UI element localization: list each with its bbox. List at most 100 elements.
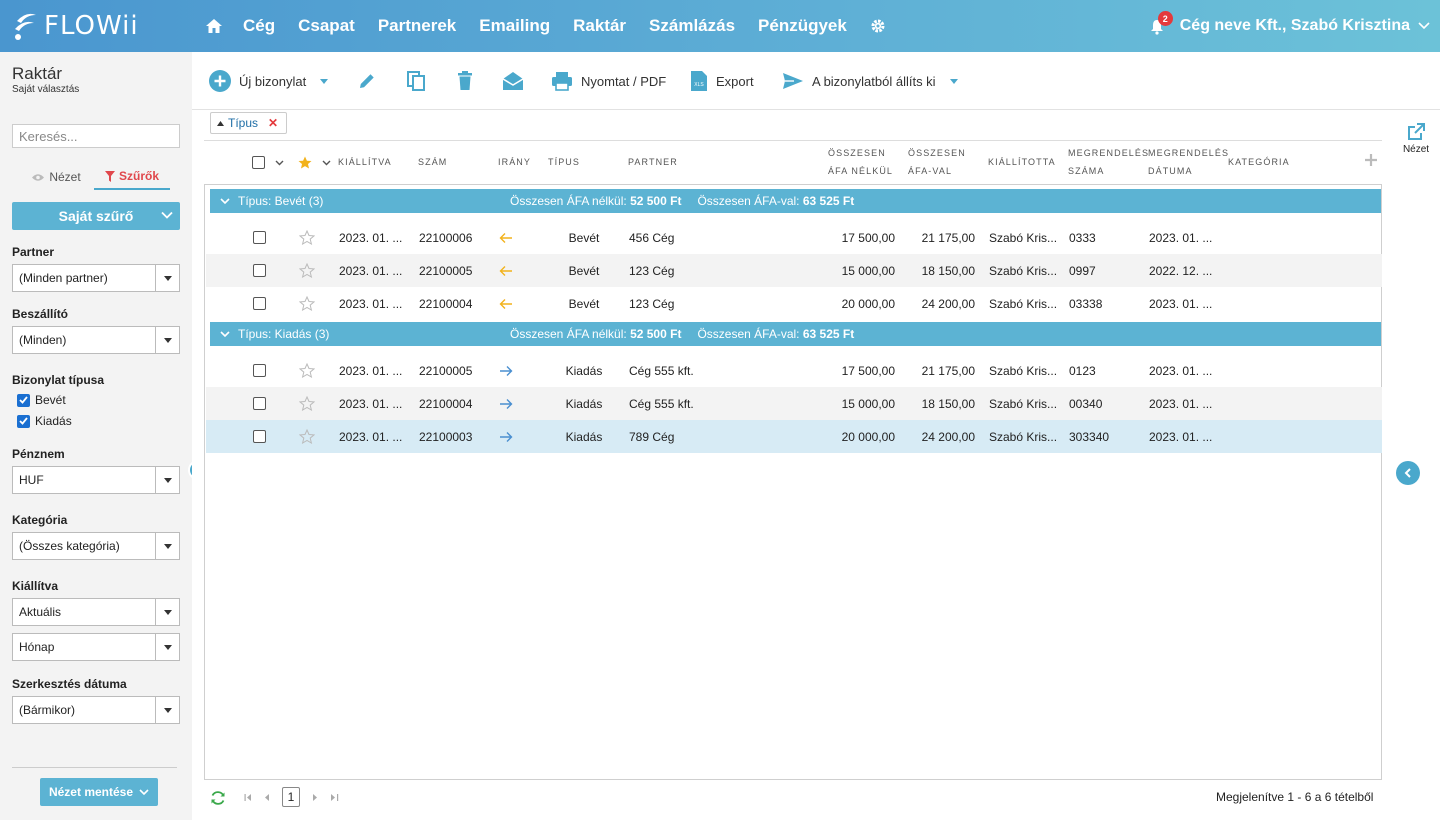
dropdown-arrow-icon[interactable] [155, 467, 179, 493]
partner-select[interactable]: (Minden partner) [12, 264, 180, 292]
expand-right-panel-button[interactable] [1396, 461, 1420, 485]
cell-net: 17 500,00 [841, 363, 895, 378]
column-direction[interactable]: Irány [498, 153, 531, 171]
row-checkbox[interactable] [253, 420, 266, 453]
nav-item-finance[interactable]: Pénzügyek [758, 16, 847, 36]
chevron-down-icon[interactable] [275, 160, 284, 166]
copy-button[interactable] [406, 68, 426, 94]
column-category[interactable]: Kategória [1228, 153, 1290, 171]
logo[interactable]: FLOWii [12, 8, 139, 44]
own-filter-button[interactable]: Saját szűrő [12, 202, 180, 230]
nav-item-company[interactable]: Cég [243, 16, 275, 36]
edited-select[interactable]: (Bármikor) [12, 696, 180, 724]
current-page[interactable]: 1 [282, 787, 300, 807]
column-order-number[interactable]: Megrendelés száma [1068, 144, 1149, 180]
refresh-icon[interactable] [210, 790, 226, 806]
open-view-button[interactable]: Nézet [1397, 122, 1435, 155]
column-order-date[interactable]: Megrendelés dátuma [1148, 144, 1229, 180]
chevron-down-icon[interactable] [160, 208, 174, 225]
table-row[interactable]: 2023. 01. ... 22100004 Bevét 123 Cég 20 000,… [206, 287, 1382, 320]
group-row[interactable]: Típus: Bevét (3) Összesen ÁFA nélkül: 52 … [210, 189, 1381, 213]
dropdown-arrow-icon[interactable] [155, 697, 179, 723]
email-button[interactable] [502, 68, 524, 94]
tab-filters[interactable]: Szűrők [94, 164, 170, 190]
dropdown-arrow-icon[interactable] [155, 265, 179, 291]
delete-button[interactable] [456, 68, 474, 94]
remove-filter-icon[interactable]: ✕ [268, 116, 278, 130]
print-pdf-button[interactable]: Nyomtat / PDF [551, 68, 666, 94]
column-gross-total[interactable]: Összesen ÁFA-val [908, 144, 966, 180]
dropdown-arrow-icon[interactable] [155, 327, 179, 353]
chevron-down-icon[interactable] [220, 197, 230, 205]
chevron-down-icon[interactable] [220, 330, 230, 338]
table-row[interactable]: 2023. 01. ... 22100004 Kiadás Cég 555 kft. 1… [206, 387, 1382, 420]
column-net-total[interactable]: Összesen ÁFA nélkül [828, 144, 893, 180]
next-page-icon[interactable] [312, 793, 319, 802]
star-icon[interactable] [299, 354, 315, 387]
new-document-button[interactable]: Új bizonylat [209, 68, 329, 94]
checkbox-checked-icon[interactable] [17, 393, 30, 407]
previous-page-icon[interactable] [263, 793, 270, 802]
nav-item-invoicing[interactable]: Számlázás [649, 16, 735, 36]
user-menu[interactable]: 2 Cég neve Kft., Szabó Krisztina [1150, 0, 1430, 52]
eye-icon [31, 173, 45, 182]
table-row[interactable]: 2023. 01. ... 22100003 Kiadás 789 Cég 20 000… [206, 420, 1382, 453]
supplier-select[interactable]: (Minden) [12, 326, 180, 354]
save-view-button[interactable]: Nézet mentése [40, 778, 158, 806]
column-number[interactable]: Szám [418, 153, 447, 171]
category-select[interactable]: (Összes kategória) [12, 532, 180, 560]
chevron-down-icon[interactable] [322, 160, 331, 166]
export-button[interactable]: XLS Export [690, 68, 754, 94]
category-select-value: (Összes kategória) [19, 539, 120, 553]
row-checkbox[interactable] [253, 221, 266, 254]
table-row[interactable]: 2023. 01. ... 22100005 Kiadás Cég 555 kft. 1… [206, 354, 1382, 387]
nav-item-emailing[interactable]: Emailing [479, 16, 550, 36]
print-pdf-label: Nyomtat / PDF [581, 73, 667, 89]
issue-from-document-button[interactable]: A bizonylatból állíts ki [782, 68, 958, 94]
row-checkbox[interactable] [253, 254, 266, 287]
checkbox-checked-icon[interactable] [17, 414, 30, 428]
active-filter-chip[interactable]: Típus ✕ [210, 112, 288, 134]
last-page-icon[interactable] [330, 793, 339, 802]
issued-select[interactable]: Aktuális [12, 598, 180, 626]
column-type[interactable]: Típus [548, 153, 580, 171]
bell-icon[interactable]: 2 [1150, 11, 1173, 35]
row-checkbox[interactable] [253, 354, 266, 387]
add-column-icon[interactable] [1364, 153, 1378, 173]
star-icon[interactable] [299, 254, 315, 287]
pencil-icon [357, 71, 377, 91]
caret-down-icon[interactable] [320, 78, 329, 84]
gear-icon[interactable] [870, 18, 886, 34]
nav-item-warehouse[interactable]: Raktár [573, 16, 626, 36]
home-icon[interactable] [205, 18, 223, 34]
issued-period-select[interactable]: Hónap [12, 633, 180, 661]
star-icon[interactable] [299, 387, 315, 420]
select-all-checkbox[interactable] [252, 153, 284, 171]
dropdown-arrow-icon[interactable] [155, 533, 179, 559]
nav-item-team[interactable]: Csapat [298, 16, 355, 36]
table-row[interactable]: 2023. 01. ... 22100006 Bevét 456 Cég 17 500,… [206, 221, 1382, 254]
first-page-icon[interactable] [244, 793, 253, 802]
star-icon[interactable] [299, 221, 315, 254]
edit-button[interactable] [357, 68, 377, 94]
row-checkbox[interactable] [253, 287, 266, 320]
star-icon[interactable] [299, 420, 315, 453]
column-issued[interactable]: Kiállítva [338, 153, 392, 171]
cell-issued: 2023. 01. ... [339, 263, 403, 278]
star-icon[interactable] [299, 287, 315, 320]
search-input[interactable] [12, 124, 180, 148]
currency-select[interactable]: HUF [12, 466, 180, 494]
nav-item-partners[interactable]: Partnerek [378, 16, 456, 36]
caret-down-icon[interactable] [949, 78, 958, 84]
column-partner[interactable]: Partner [628, 153, 678, 171]
group-row[interactable]: Típus: Kiadás (3) Összesen ÁFA nélkül: 52… [210, 322, 1381, 346]
doctype-option-expense[interactable]: Kiadás [17, 414, 72, 428]
column-issuer[interactable]: Kiállította [988, 153, 1056, 171]
doctype-option-income[interactable]: Bevét [17, 393, 66, 407]
table-row[interactable]: 2023. 01. ... 22100005 Bevét 123 Cég 15 000,… [206, 254, 1382, 287]
row-checkbox[interactable] [253, 387, 266, 420]
tab-view[interactable]: Nézet [18, 164, 94, 190]
favorite-column-header[interactable] [298, 153, 331, 171]
dropdown-arrow-icon[interactable] [155, 634, 179, 660]
dropdown-arrow-icon[interactable] [155, 599, 179, 625]
